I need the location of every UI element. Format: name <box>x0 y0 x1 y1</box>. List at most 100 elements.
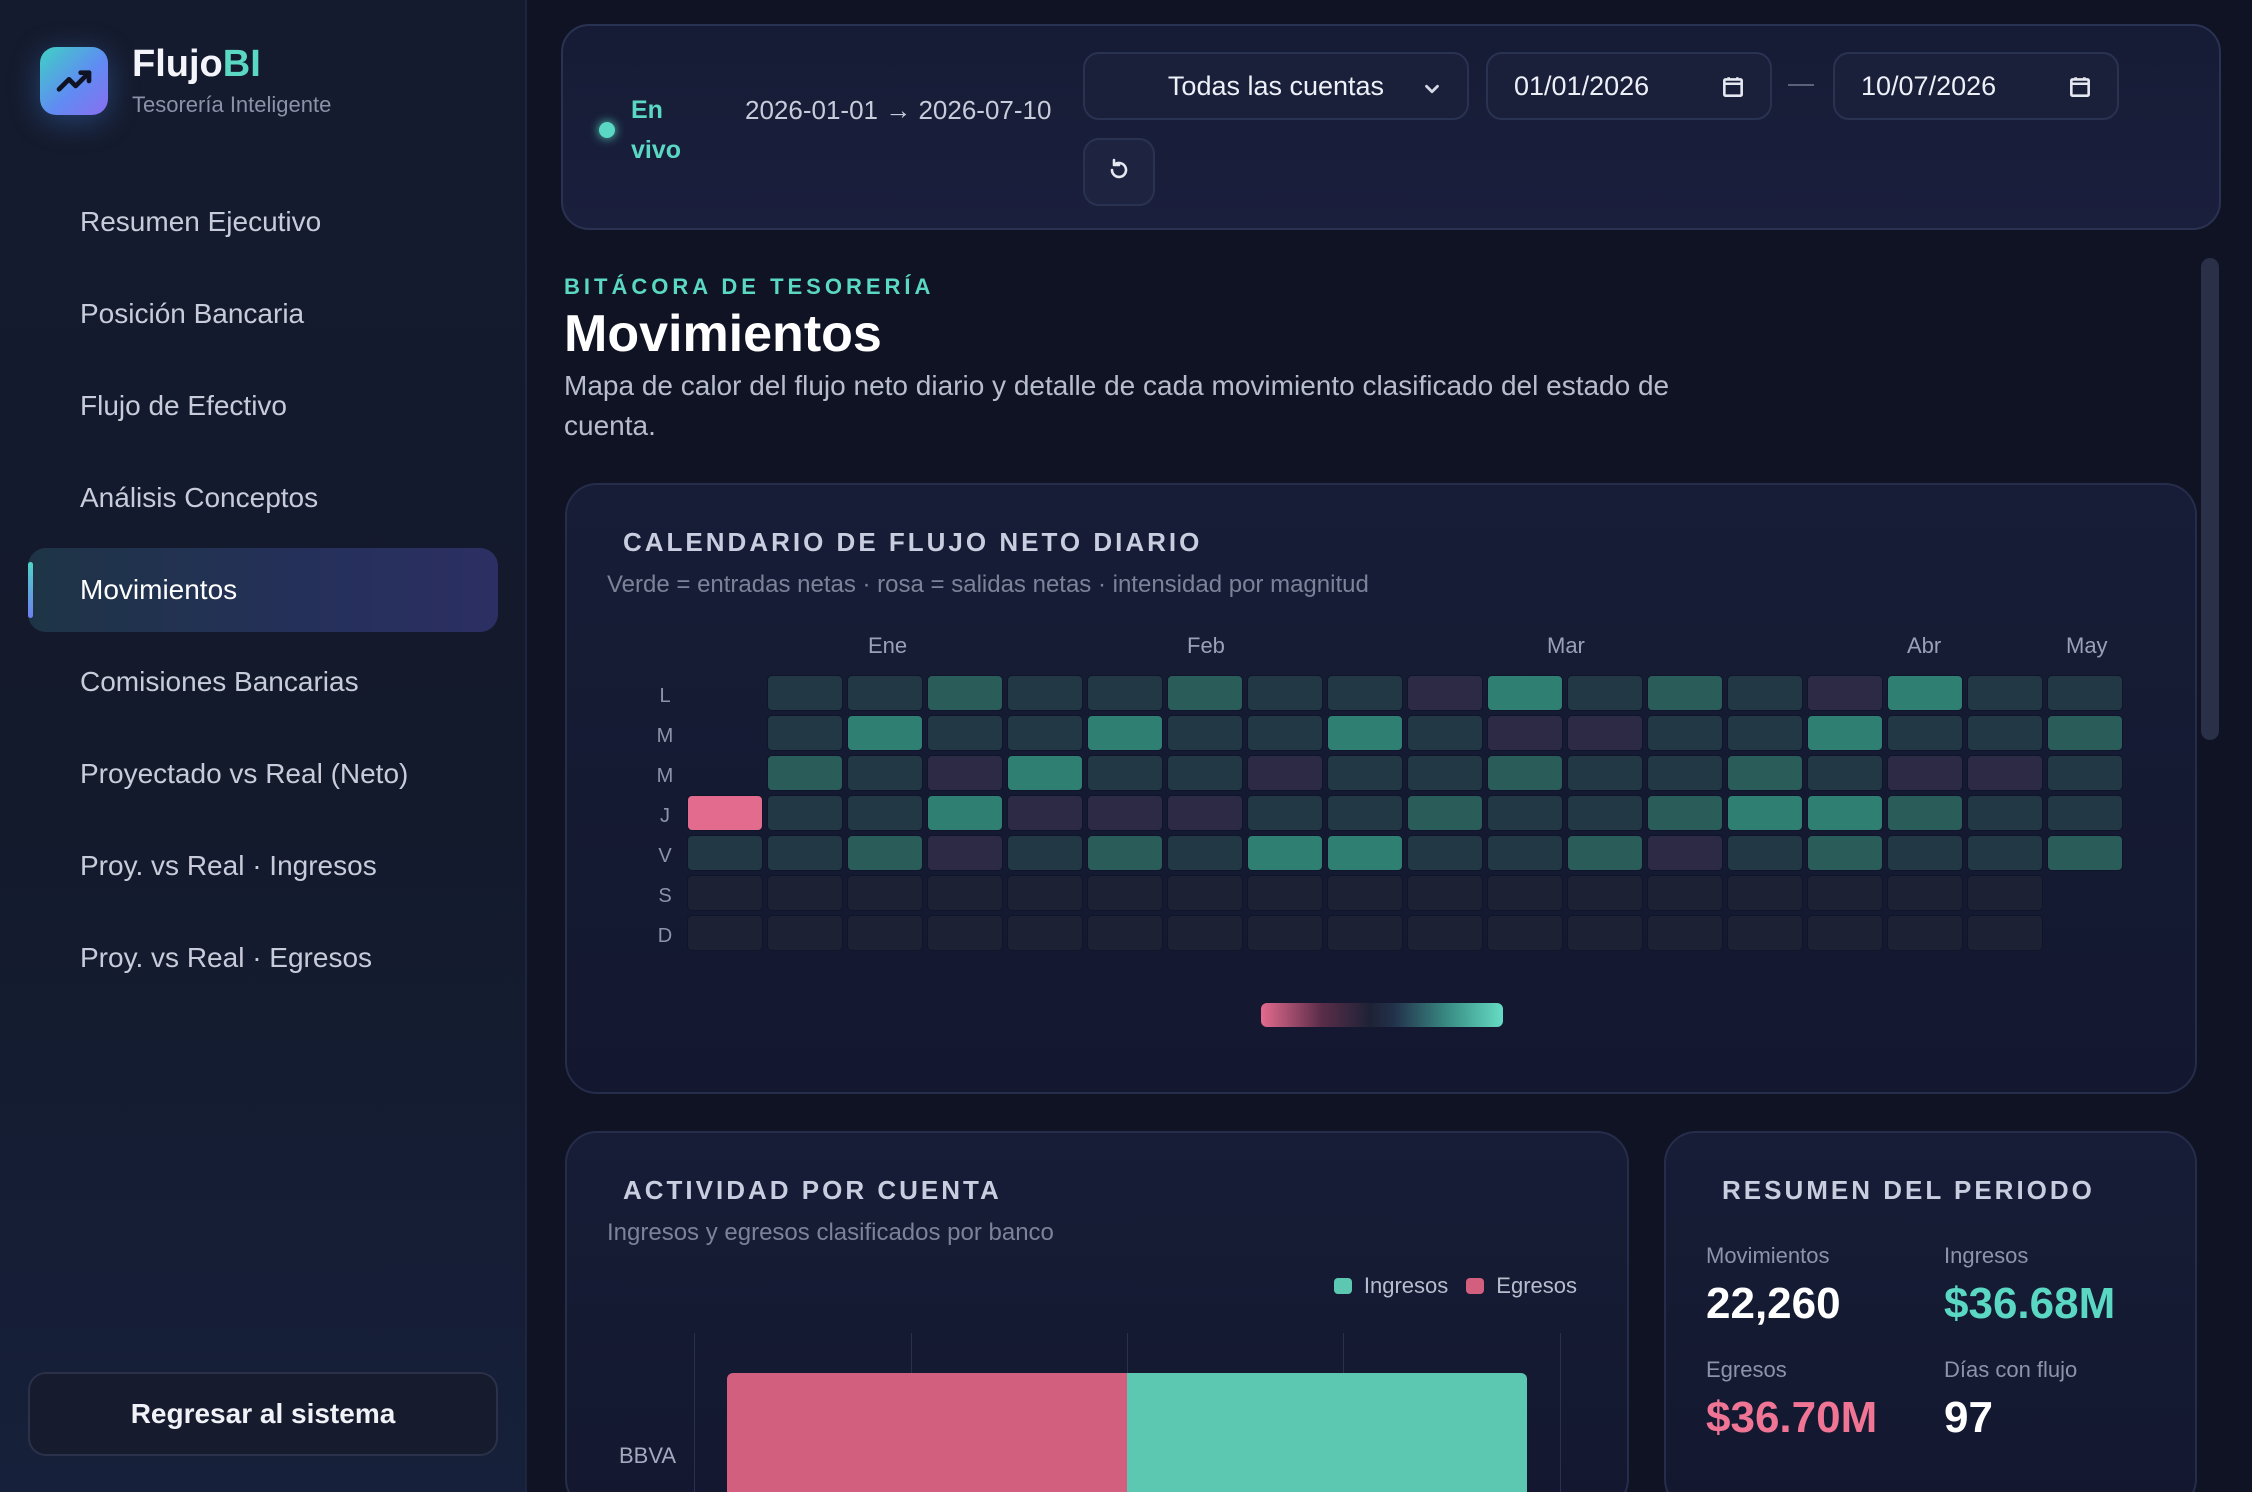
heatmap-day-cell[interactable] <box>1887 875 1963 911</box>
heatmap-day-cell[interactable] <box>1487 915 1563 951</box>
heatmap-day-cell[interactable] <box>1567 795 1643 831</box>
heatmap-day-cell[interactable] <box>847 875 923 911</box>
heatmap-day-cell[interactable] <box>767 795 843 831</box>
heatmap-day-cell[interactable] <box>1087 875 1163 911</box>
heatmap-day-cell[interactable] <box>1807 915 1883 951</box>
heatmap-day-cell[interactable] <box>847 715 923 751</box>
heatmap-day-cell[interactable] <box>1967 675 2043 711</box>
heatmap-day-cell[interactable] <box>687 915 763 951</box>
heatmap-day-cell[interactable] <box>1327 755 1403 791</box>
sidebar-item-proy-vs-real-egresos[interactable]: Proy. vs Real · Egresos <box>28 916 498 1000</box>
heatmap-day-cell[interactable] <box>1487 715 1563 751</box>
heatmap-day-cell[interactable] <box>847 795 923 831</box>
heatmap-day-cell[interactable] <box>1087 795 1163 831</box>
heatmap-day-cell[interactable] <box>1007 715 1083 751</box>
heatmap-day-cell[interactable] <box>1967 755 2043 791</box>
bar-egresos[interactable] <box>727 1373 1128 1492</box>
heatmap-day-cell[interactable] <box>1967 875 2043 911</box>
heatmap-day-cell[interactable] <box>1327 875 1403 911</box>
sidebar-item-movimientos[interactable]: Movimientos <box>28 548 498 632</box>
main-scrollbar[interactable] <box>2201 258 2219 740</box>
heatmap-day-cell[interactable] <box>1647 875 1723 911</box>
heatmap-day-cell[interactable] <box>1327 915 1403 951</box>
heatmap-day-cell[interactable] <box>1647 715 1723 751</box>
heatmap-day-cell[interactable] <box>1487 675 1563 711</box>
heatmap-day-cell[interactable] <box>767 675 843 711</box>
heatmap-day-cell[interactable] <box>1407 795 1483 831</box>
heatmap-day-cell[interactable] <box>767 915 843 951</box>
heatmap-day-cell[interactable] <box>1807 755 1883 791</box>
heatmap-day-cell[interactable] <box>1407 755 1483 791</box>
account-select[interactable]: Todas las cuentas <box>1083 52 1469 120</box>
heatmap-day-cell[interactable] <box>1567 755 1643 791</box>
heatmap-day-cell[interactable] <box>1647 915 1723 951</box>
heatmap-day-cell[interactable] <box>1647 795 1723 831</box>
sidebar-item-comisiones-bancarias[interactable]: Comisiones Bancarias <box>28 640 498 724</box>
heatmap-day-cell[interactable] <box>927 715 1003 751</box>
heatmap-day-cell[interactable] <box>1887 755 1963 791</box>
heatmap-day-cell[interactable] <box>1487 835 1563 871</box>
heatmap-day-cell[interactable] <box>767 715 843 751</box>
heatmap-day-cell[interactable] <box>1567 835 1643 871</box>
heatmap-day-cell[interactable] <box>1567 715 1643 751</box>
heatmap-day-cell[interactable] <box>1967 795 2043 831</box>
heatmap-day-cell[interactable] <box>1327 835 1403 871</box>
heatmap-day-cell[interactable] <box>1087 915 1163 951</box>
heatmap-day-cell[interactable] <box>1407 915 1483 951</box>
heatmap-day-cell[interactable] <box>927 915 1003 951</box>
heatmap-day-cell[interactable] <box>1727 875 1803 911</box>
heatmap-day-cell[interactable] <box>1167 795 1243 831</box>
heatmap-day-cell[interactable] <box>2047 675 2123 711</box>
heatmap-day-cell[interactable] <box>2047 755 2123 791</box>
heatmap-day-cell[interactable] <box>1727 835 1803 871</box>
heatmap-day-cell[interactable] <box>1247 675 1323 711</box>
heatmap-day-cell[interactable] <box>1247 875 1323 911</box>
date-from-field[interactable]: 01/01/2026 <box>1486 52 1772 120</box>
brand[interactable]: FlujoBI Tesorería Inteligente <box>40 43 331 118</box>
heatmap-day-cell[interactable] <box>927 675 1003 711</box>
heatmap-day-cell[interactable] <box>1087 835 1163 871</box>
heatmap-day-cell[interactable] <box>1967 835 2043 871</box>
heatmap-day-cell[interactable] <box>1727 675 1803 711</box>
sidebar-item-flujo-de-efectivo[interactable]: Flujo de Efectivo <box>28 364 498 448</box>
heatmap-day-cell[interactable] <box>1007 875 1083 911</box>
heatmap-day-cell[interactable] <box>927 875 1003 911</box>
heatmap-day-cell[interactable] <box>1167 915 1243 951</box>
heatmap-day-cell[interactable] <box>2047 715 2123 751</box>
sidebar-item-analisis-conceptos[interactable]: Análisis Conceptos <box>28 456 498 540</box>
sidebar-item-proyectado-vs-real-neto[interactable]: Proyectado vs Real (Neto) <box>28 732 498 816</box>
heatmap-day-cell[interactable] <box>1807 835 1883 871</box>
heatmap-day-cell[interactable] <box>767 875 843 911</box>
heatmap-day-cell[interactable] <box>2047 835 2123 871</box>
heatmap-day-cell[interactable] <box>1647 835 1723 871</box>
heatmap-day-cell[interactable] <box>1807 875 1883 911</box>
heatmap-day-cell[interactable] <box>1247 915 1323 951</box>
sidebar-item-resumen-ejecutivo[interactable]: Resumen Ejecutivo <box>28 180 498 264</box>
sidebar-item-posicion-bancaria[interactable]: Posición Bancaria <box>28 272 498 356</box>
heatmap-day-cell[interactable] <box>1327 675 1403 711</box>
heatmap-day-cell[interactable] <box>2047 795 2123 831</box>
heatmap-day-cell[interactable] <box>1807 715 1883 751</box>
heatmap-day-cell[interactable] <box>1727 715 1803 751</box>
heatmap-day-cell[interactable] <box>1407 835 1483 871</box>
heatmap-day-cell[interactable] <box>1727 755 1803 791</box>
heatmap-day-cell[interactable] <box>1887 915 1963 951</box>
calendar-icon[interactable] <box>1720 74 1746 107</box>
heatmap-day-cell[interactable] <box>1247 715 1323 751</box>
heatmap-day-cell[interactable] <box>1807 795 1883 831</box>
heatmap-day-cell[interactable] <box>1087 675 1163 711</box>
heatmap-day-cell[interactable] <box>847 675 923 711</box>
heatmap-day-cell[interactable] <box>1567 675 1643 711</box>
heatmap-day-cell[interactable] <box>1887 715 1963 751</box>
heatmap-day-cell[interactable] <box>1087 755 1163 791</box>
back-to-system-button[interactable]: Regresar al sistema <box>28 1372 498 1456</box>
heatmap-day-cell[interactable] <box>847 835 923 871</box>
reset-button[interactable] <box>1083 138 1155 206</box>
heatmap-day-cell[interactable] <box>1007 675 1083 711</box>
heatmap-day-cell[interactable] <box>1887 835 1963 871</box>
heatmap-day-cell[interactable] <box>1567 875 1643 911</box>
heatmap-day-cell[interactable] <box>1887 795 1963 831</box>
heatmap-day-cell[interactable] <box>1007 755 1083 791</box>
heatmap-day-cell[interactable] <box>1007 795 1083 831</box>
heatmap-day-cell[interactable] <box>1647 755 1723 791</box>
